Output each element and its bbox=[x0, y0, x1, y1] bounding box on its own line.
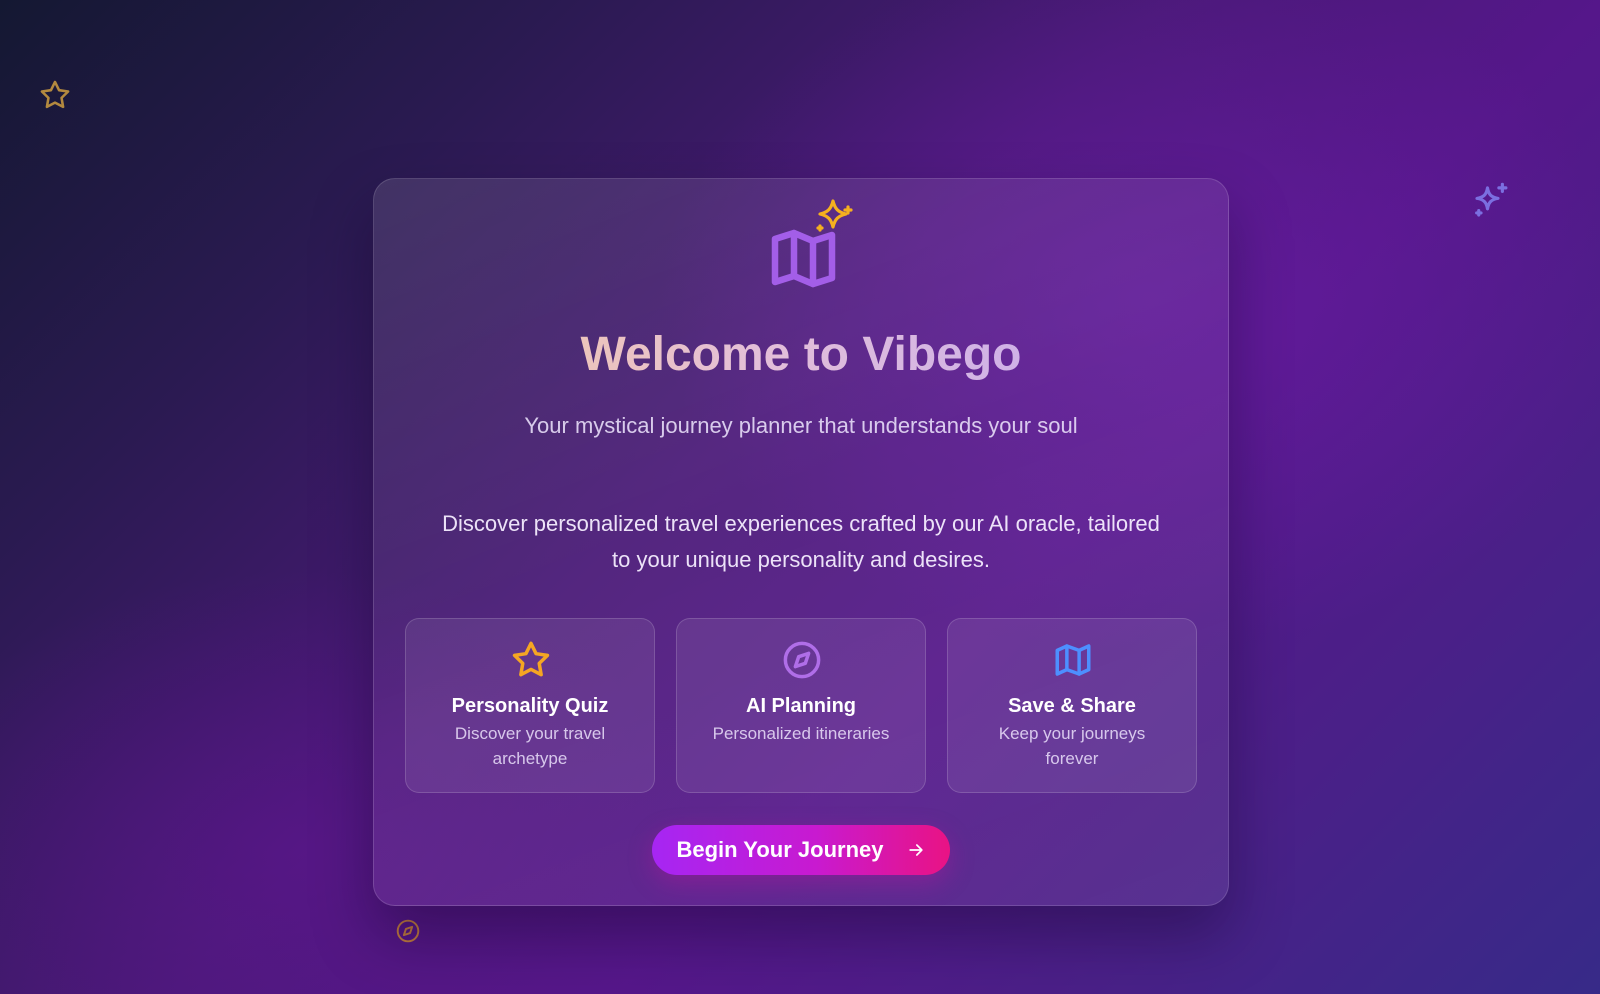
page-description: Discover personalized travel experiences… bbox=[442, 511, 1160, 572]
decorative-star-icon bbox=[40, 80, 70, 109]
page-title: Welcome to Vibego bbox=[374, 327, 1228, 383]
decorative-compass-icon bbox=[396, 919, 420, 943]
feature-title: Personality Quiz bbox=[451, 695, 609, 717]
map-icon bbox=[1055, 644, 1091, 676]
feature-card-save-share: Save & Share Keep your journeys forever bbox=[947, 618, 1197, 793]
begin-journey-label: Begin Your Journey bbox=[676, 837, 884, 862]
feature-title: AI Planning bbox=[746, 695, 856, 717]
feature-card-ai-planning: AI Planning Personalized itineraries bbox=[676, 618, 926, 793]
feature-title: Save & Share bbox=[1008, 695, 1136, 717]
page-subtitle: Your mystical journey planner that under… bbox=[524, 413, 1078, 438]
begin-journey-button[interactable]: Begin Your Journey bbox=[652, 825, 950, 875]
feature-description: Keep your journeys forever bbox=[998, 724, 1146, 768]
arrow-right-icon bbox=[908, 844, 923, 856]
feature-card-personality-quiz: Personality Quiz Discover your travel ar… bbox=[405, 618, 655, 793]
logo-map-sparkles-icon bbox=[771, 199, 853, 288]
decorative-sparkles-icon bbox=[1475, 182, 1508, 217]
feature-description: Personalized itineraries bbox=[712, 724, 890, 743]
feature-description: Discover your travel archetype bbox=[454, 724, 606, 768]
compass-icon bbox=[783, 641, 821, 679]
star-icon bbox=[512, 641, 550, 677]
welcome-card: Welcome to Vibego Your mystical journey … bbox=[373, 178, 1229, 906]
